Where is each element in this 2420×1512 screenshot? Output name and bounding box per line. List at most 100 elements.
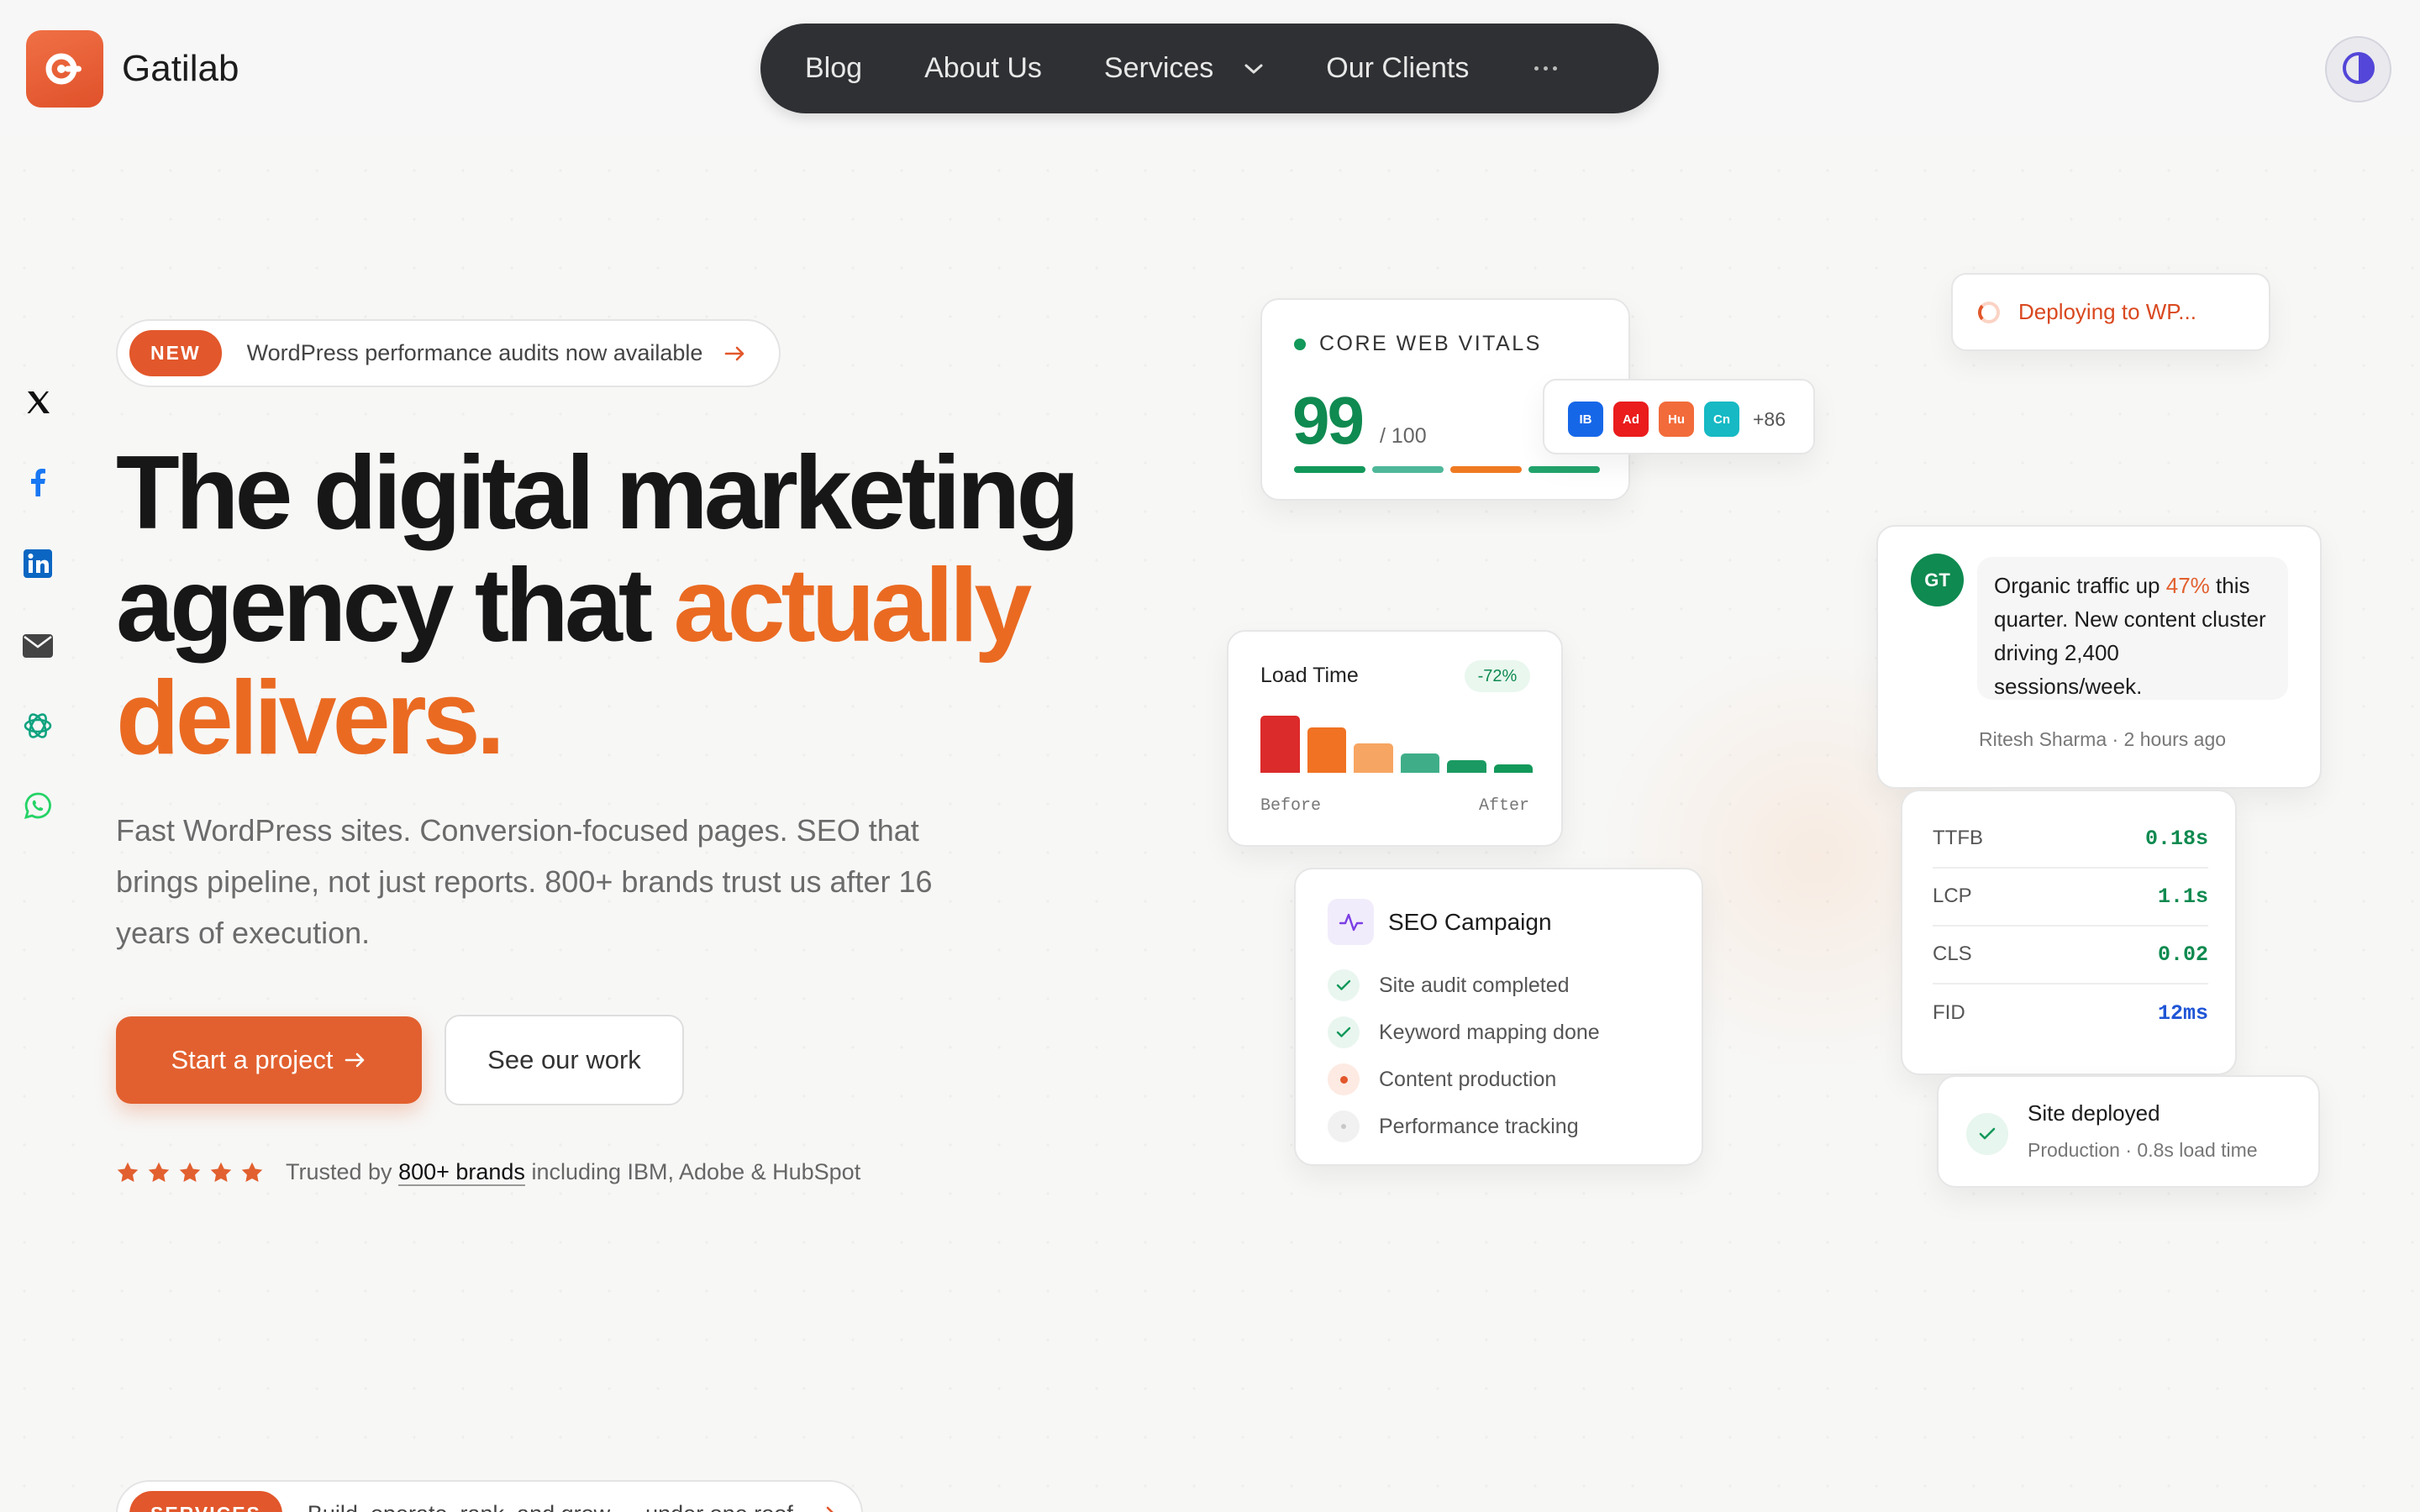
avatar: GT (1911, 554, 1964, 606)
metric-value: 0.02 (2157, 942, 2208, 967)
star-icon (241, 1162, 263, 1182)
hero-title-line-2: agency that (116, 548, 674, 664)
metric-value: 1.1s (2157, 884, 2208, 909)
load-time-bar (1307, 727, 1346, 773)
gatilab-logo-icon (26, 30, 103, 108)
logo-link[interactable]: Gatilab (26, 30, 239, 108)
hero-subtitle: Fast WordPress sites. Conversion-focused… (116, 813, 933, 950)
contrast-icon (2342, 51, 2375, 87)
in-progress-dot-icon (1328, 1063, 1360, 1095)
cwv-bar (1528, 466, 1600, 473)
nav-about-us[interactable]: About Us (924, 52, 1042, 85)
deploying-text: Deploying to WP... (2018, 299, 2196, 324)
trust-suffix: including IBM, Adobe & HubSpot (524, 1159, 861, 1184)
seo-task-item: Keyword mapping done (1328, 1009, 1600, 1056)
services-pill[interactable]: SERVICES Build, operate, rank, and grow … (116, 1480, 863, 1512)
seo-task-item: Content production (1328, 1056, 1600, 1103)
cwv-max: / 100 (1380, 424, 1427, 448)
facebook-icon[interactable] (18, 463, 57, 501)
x-icon[interactable] (18, 383, 57, 422)
announcement-text: WordPress performance audits now availab… (246, 340, 703, 365)
load-time-chart (1260, 716, 1533, 773)
star-rating (116, 1161, 264, 1184)
hero-title: The digital marketing agency that actual… (116, 435, 1080, 776)
linkedin-icon[interactable] (18, 544, 57, 583)
trust-prefix: Trusted by (286, 1159, 399, 1184)
metric-row: LCP 1.1s (1933, 868, 2208, 927)
whatsapp-icon[interactable] (18, 786, 57, 825)
check-icon (1966, 1113, 2008, 1155)
review-message: Organic traffic up 47% this quarter. New… (1977, 557, 2288, 700)
load-time-bar (1354, 743, 1393, 773)
site-header: Gatilab Blog About Us Services Our Clien… (0, 0, 2420, 136)
review-meta: Ritesh Sharma · 2 hours ago (1979, 728, 2227, 750)
load-time-card: Load Time -72% Before After (1227, 630, 1563, 847)
check-icon (1328, 969, 1360, 1001)
star-icon (117, 1162, 139, 1182)
cwv-label-text: CORE WEB VITALS (1319, 332, 1542, 355)
seo-task-label: Content production (1379, 1067, 1557, 1091)
client-avatar: Cn (1704, 402, 1739, 437)
openai-icon[interactable] (18, 706, 57, 745)
announcement-pill[interactable]: NEW WordPress performance audits now ava… (116, 319, 781, 387)
cwv-bar (1450, 466, 1522, 473)
metric-name: LCP (1933, 885, 1972, 907)
hero-title-accent-2: delivers. (116, 660, 505, 776)
theme-toggle-button[interactable] (2325, 36, 2391, 102)
arrow-right-icon (724, 345, 746, 362)
start-project-label: Start a project (171, 1045, 334, 1074)
page-root: Gatilab Blog About Us Services Our Clien… (0, 0, 2420, 1512)
client-avatar: IB (1568, 402, 1603, 437)
client-avatar: Ad (1613, 402, 1649, 437)
seo-task-item: Performance tracking (1328, 1103, 1600, 1150)
check-icon (1328, 1016, 1360, 1048)
seo-campaign-card: SEO Campaign Site audit completed Keyword… (1294, 868, 1703, 1166)
client-more-count: +86 (1753, 407, 1786, 430)
review-card: GT Organic traffic up 47% this quarter. … (1876, 525, 2322, 789)
seo-task-label: Site audit completed (1379, 973, 1570, 997)
nav-blog[interactable]: Blog (805, 52, 862, 85)
start-project-button[interactable]: Start a project (116, 1016, 422, 1104)
trust-text: Trusted by 800+ brands including IBM, Ad… (286, 1159, 860, 1185)
client-avatars-card: IB Ad Hu Cn +86 (1543, 379, 1815, 454)
metric-name: FID (1933, 1001, 1965, 1024)
arrow-right-icon (345, 1045, 366, 1075)
activity-icon (1328, 899, 1374, 945)
load-time-title: Load Time (1260, 664, 1359, 687)
load-time-bar (1447, 760, 1486, 773)
load-time-badge: -72% (1465, 660, 1530, 692)
hero-title-line-1: The digital marketing (116, 435, 1080, 551)
trust-row: Trusted by 800+ brands including IBM, Ad… (116, 1159, 860, 1185)
client-avatar: Hu (1659, 402, 1694, 437)
see-our-work-button[interactable]: See our work (445, 1015, 684, 1105)
review-text-a: Organic traffic up (1994, 573, 2166, 598)
brands-link[interactable]: 800+ brands (398, 1159, 525, 1184)
client-avatars-row: IB Ad Hu Cn +86 (1568, 402, 1786, 437)
nav-services[interactable]: Services (1104, 52, 1213, 85)
cwv-progress-bars (1294, 466, 1600, 473)
review-highlight: 47% (2165, 573, 2210, 598)
chevron-down-icon[interactable] (1244, 63, 1264, 75)
metric-name: TTFB (1933, 827, 1983, 849)
seo-task-item: Site audit completed (1328, 962, 1600, 1009)
site-deployed-card: Site deployed Production · 0.8s load tim… (1937, 1075, 2320, 1188)
before-label: Before (1260, 796, 1322, 816)
ellipsis-icon[interactable] (1534, 66, 1558, 71)
metric-row: CLS 0.02 (1933, 926, 2208, 984)
cwv-score: 99 (1292, 383, 1365, 458)
nav-our-clients[interactable]: Our Clients (1326, 52, 1469, 85)
cwv-bar (1372, 466, 1444, 473)
arrow-right-icon (815, 1505, 837, 1512)
star-icon (210, 1162, 232, 1182)
metric-value: 12ms (2157, 1000, 2208, 1026)
services-badge: SERVICES (129, 1490, 282, 1512)
email-icon[interactable] (18, 627, 57, 665)
cwv-label: CORE WEB VITALS (1294, 332, 1542, 356)
status-dot-icon (1294, 338, 1306, 350)
after-label: After (1478, 796, 1529, 816)
star-icon (179, 1162, 201, 1182)
seo-campaign-title: SEO Campaign (1388, 909, 1552, 935)
deploying-toast: Deploying to WP... (1951, 273, 2270, 351)
deployed-title: Site deployed (2028, 1100, 2160, 1126)
seo-task-list: Site audit completed Keyword mapping done… (1328, 962, 1600, 1150)
